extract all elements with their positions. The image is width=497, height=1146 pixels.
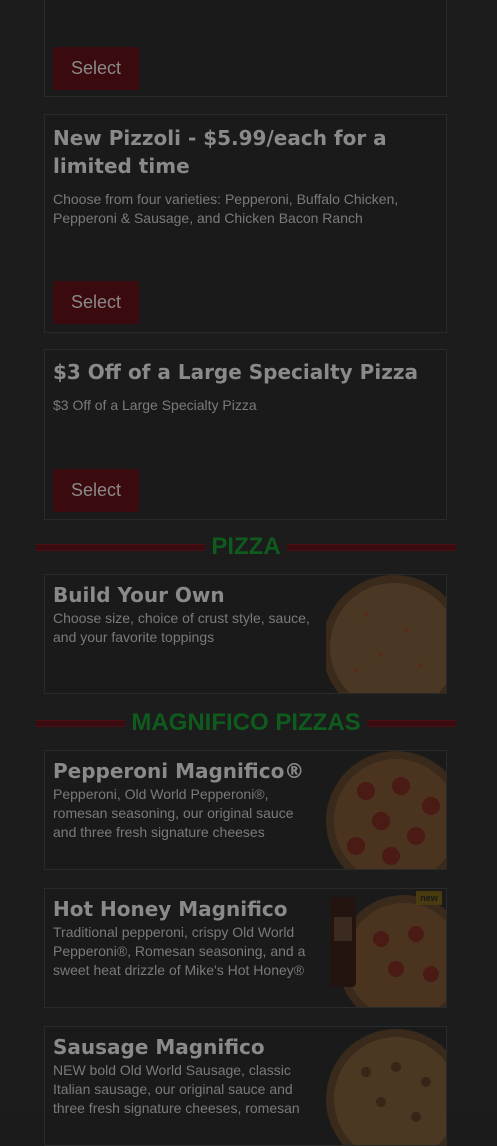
pizza-card[interactable]: Hot Honey Magnifico Traditional pepperon… [44,888,447,1008]
deal-title: New Pizzoli - $5.99/each for a limited t… [53,126,387,178]
deal-card: New Pizzoli - $5.99/each for a limited t… [44,114,447,333]
pepperoni-pizza-icon [326,751,446,869]
pizza-image [326,751,446,869]
cheese-pizza-icon [326,575,446,693]
pizza-description: NEW bold Old World Sausage, classic Ital… [53,1062,300,1116]
pizza-description: Pepperoni, Old World Pepperoni®, romesan… [53,786,294,840]
section-title: PIZZA [211,533,281,560]
select-button[interactable]: Select [53,469,139,512]
deal-card: Select [44,0,447,97]
pizza-card[interactable]: Build Your Own Choose size, choice of cr… [44,574,447,694]
select-button[interactable]: Select [53,47,139,90]
hot-honey-pizza-icon [330,895,446,1007]
section-header-pizza: PIZZA [36,533,457,561]
deal-title: $3 Off of a Large Specialty Pizza [53,360,418,384]
pizza-image [326,575,446,693]
section-divider [36,719,126,727]
select-button[interactable]: Select [53,281,139,324]
sausage-pizza-icon [326,1029,446,1145]
section-divider [366,719,457,727]
pizza-card[interactable]: Sausage Magnifico NEW bold Old World Sau… [44,1026,447,1146]
pizza-card[interactable]: Pepperoni Magnifico® Pepperoni, Old Worl… [44,750,447,870]
deal-description: $3 Off of a Large Specialty Pizza [53,397,257,413]
section-divider [36,543,206,551]
pizza-description: Choose size, choice of crust style, sauc… [53,610,310,645]
deal-card: $3 Off of a Large Specialty Pizza $3 Off… [44,349,447,520]
pizza-image: new [326,889,446,1007]
section-divider [286,543,457,551]
pizza-image [326,1027,446,1145]
new-badge: new [416,891,442,905]
pizza-description: Traditional pepperoni, crispy Old World … [53,924,306,978]
deal-description: Choose from four varieties: Pepperoni, B… [53,191,399,226]
section-title: MAGNIFICO PIZZAS [131,709,361,736]
section-header-magnifico: MAGNIFICO PIZZAS [36,709,457,737]
menu-page: Select New Pizzoli - $5.99/each for a li… [0,0,497,1146]
